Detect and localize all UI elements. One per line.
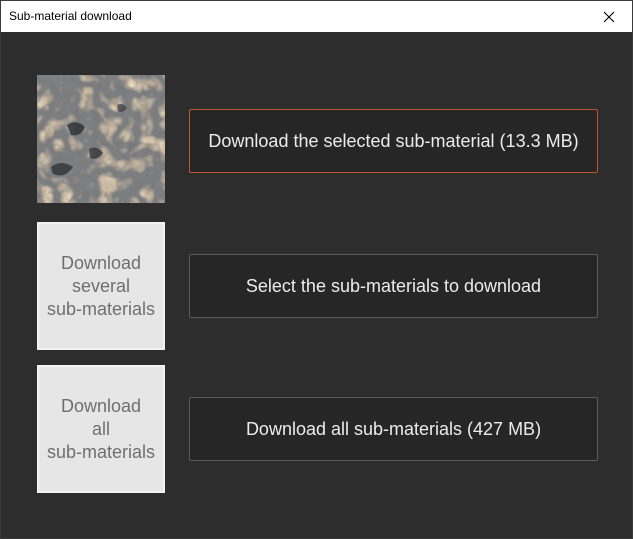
download-all-button[interactable]: Download all sub-materials (427 MB) [189, 397, 598, 461]
download-all-tile[interactable]: Download all sub-materials [37, 365, 165, 493]
title-bar: Sub-material download [1, 1, 632, 32]
download-selected-button[interactable]: Download the selected sub-material (13.3… [189, 109, 598, 173]
window-title: Sub-material download [9, 9, 132, 23]
close-icon [603, 11, 615, 22]
select-sub-materials-button[interactable]: Select the sub-materials to download [189, 254, 598, 318]
sub-material-thumbnail[interactable] [37, 75, 165, 203]
download-several-tile[interactable]: Download several sub-materials [37, 222, 165, 350]
rock-texture-image [37, 75, 165, 203]
close-button[interactable] [586, 1, 632, 32]
download-dialog: Sub-material download Download several s… [0, 0, 633, 539]
